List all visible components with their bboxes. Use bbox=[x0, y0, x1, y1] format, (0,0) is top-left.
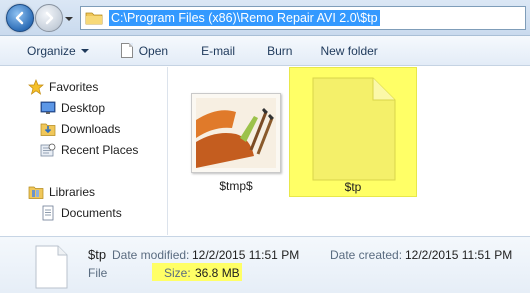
nav-favorites[interactable]: Favorites bbox=[28, 79, 98, 95]
forward-arrow-icon bbox=[45, 11, 54, 25]
address-path[interactable]: C:\Program Files (x86)\Remo Repair AVI 2… bbox=[109, 10, 380, 26]
email-label: E-mail bbox=[201, 43, 236, 58]
file-name: $tp bbox=[344, 180, 362, 194]
address-bar-row: C:\Program Files (x86)\Remo Repair AVI 2… bbox=[0, 0, 530, 36]
folder-icon bbox=[85, 12, 103, 25]
new-folder-button[interactable]: New folder bbox=[320, 36, 377, 65]
recent-pages-dropdown-icon[interactable] bbox=[64, 14, 74, 24]
desktop-icon bbox=[40, 101, 56, 114]
sidebar-item-label: Documents bbox=[61, 206, 122, 220]
image-thumbnail bbox=[191, 93, 281, 173]
libraries-icon bbox=[28, 186, 44, 199]
details-file-type: File bbox=[88, 266, 108, 280]
open-button[interactable]: Open bbox=[120, 36, 169, 65]
date-created-label: Date created: bbox=[330, 248, 403, 262]
size-label: Size: bbox=[164, 266, 191, 280]
sidebar-item-documents[interactable]: Documents bbox=[40, 205, 122, 221]
recent-places-icon bbox=[40, 143, 56, 157]
downloads-icon bbox=[40, 123, 56, 136]
sidebar-item-desktop[interactable]: Desktop bbox=[40, 100, 105, 116]
date-modified-label: Date modified: bbox=[112, 248, 190, 262]
email-button[interactable]: E-mail bbox=[201, 36, 235, 65]
details-file-name: $tp bbox=[88, 247, 107, 262]
sidebar-item-downloads[interactable]: Downloads bbox=[40, 121, 120, 137]
favorites-label: Favorites bbox=[49, 80, 99, 94]
organize-button[interactable]: Organize bbox=[27, 36, 89, 65]
burn-button[interactable]: Burn bbox=[267, 36, 292, 65]
documents-icon bbox=[42, 205, 54, 221]
new-folder-label: New folder bbox=[320, 43, 378, 58]
file-name: $tmp$ bbox=[219, 179, 253, 193]
details-pane: $tp File Date modified: 12/2/2015 11:51 … bbox=[0, 236, 530, 293]
sidebar-item-label: Recent Places bbox=[61, 143, 139, 157]
star-icon bbox=[28, 79, 44, 95]
sidebar-item-label: Downloads bbox=[61, 122, 121, 136]
document-icon bbox=[120, 43, 133, 58]
date-modified-value: 12/2/2015 11:51 PM bbox=[192, 248, 300, 262]
burn-label: Burn bbox=[267, 43, 293, 58]
date-created-value: 12/2/2015 11:51 PM bbox=[405, 248, 513, 262]
command-toolbar: Organize Open E-mail Burn New folder bbox=[0, 36, 530, 66]
back-button[interactable] bbox=[6, 4, 34, 32]
sidebar-item-label: Desktop bbox=[61, 101, 106, 115]
back-arrow-icon bbox=[15, 11, 24, 25]
libraries-label: Libraries bbox=[49, 185, 96, 199]
file-list: $tmp$ $tp bbox=[169, 67, 530, 235]
navigation-pane: Favorites Desktop Downloads Recent Place… bbox=[0, 67, 168, 235]
nav-libraries[interactable]: Libraries bbox=[28, 184, 95, 200]
generic-file-icon bbox=[312, 77, 396, 181]
chevron-down-icon bbox=[80, 48, 89, 53]
sidebar-item-recent-places[interactable]: Recent Places bbox=[40, 142, 138, 158]
open-label: Open bbox=[138, 43, 169, 58]
file-item-tmp[interactable]: $tmp$ bbox=[188, 93, 284, 193]
file-type-icon bbox=[35, 245, 68, 289]
file-item-tp-selected[interactable]: $tp bbox=[289, 67, 417, 197]
organize-label: Organize bbox=[27, 43, 76, 58]
size-value: 36.8 MB bbox=[195, 266, 240, 280]
forward-button[interactable] bbox=[35, 4, 63, 32]
address-box[interactable]: C:\Program Files (x86)\Remo Repair AVI 2… bbox=[80, 6, 526, 30]
